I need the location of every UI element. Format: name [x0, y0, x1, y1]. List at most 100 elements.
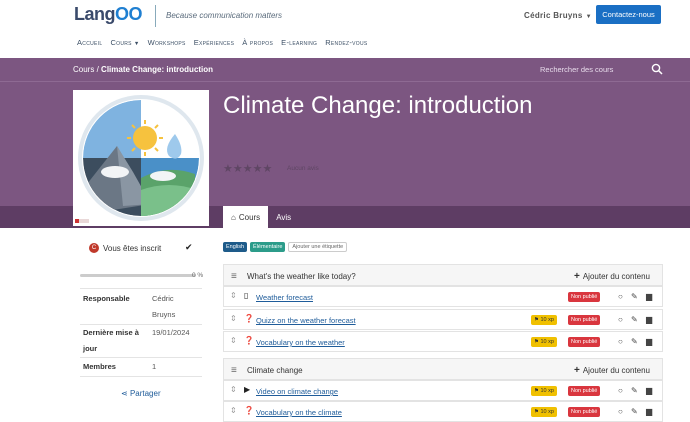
flag-icon: ⚑ [534, 409, 539, 415]
course-title: Climate Change: introduction [223, 92, 533, 119]
contact-button[interactable]: Contactez-nous [596, 5, 661, 24]
content-row[interactable]: ⇕ ❓ Vocabulary on the climate ⚑ 10 xp No… [223, 401, 663, 422]
nav-item-cours[interactable]: Cours ▼ [110, 38, 139, 47]
sort-icon[interactable]: ⇕ [230, 291, 237, 300]
status-badge: Non publié [568, 315, 601, 325]
divider [80, 376, 202, 377]
refresh-icon[interactable]: ○ [618, 386, 623, 395]
tab-cours-label: Cours [238, 212, 261, 222]
question-icon: ❓ [244, 406, 254, 415]
section-header: ≡ What's the weather like today? + Ajoute… [223, 264, 663, 286]
search-input[interactable]: Rechercher des cours [540, 65, 613, 74]
xp-badge: ⚑ 10 xp [531, 386, 557, 396]
hero-divider [0, 81, 690, 82]
drag-handle-icon[interactable]: ≡ [231, 271, 237, 282]
trash-icon[interactable]: ▆ [646, 315, 652, 324]
question-icon: ❓ [244, 336, 254, 345]
sort-icon[interactable]: ⇕ [230, 406, 237, 415]
content-row[interactable]: ⇕ ❓ Vocabulary on the weather ⚑ 10 xp No… [223, 331, 663, 352]
xp-badge: ⚑ 10 xp [531, 315, 557, 325]
sort-icon[interactable]: ⇕ [230, 385, 237, 394]
home-icon: ⌂ [231, 212, 236, 222]
nav-item-experiences[interactable]: Expériences [194, 38, 235, 47]
nav-item-e-learning[interactable]: E-learning [281, 38, 317, 47]
video-icon: ▶ [244, 385, 251, 394]
search-icon[interactable] [651, 63, 663, 75]
nav-item-workshops[interactable]: Workshops [148, 38, 186, 47]
status-badge: Non publié [568, 407, 601, 417]
content-link[interactable]: Vocabulary on the weather [256, 338, 345, 347]
xp-value: 10 xp [540, 317, 554, 323]
chevron-down-icon: ▼ [585, 14, 592, 20]
sort-icon[interactable]: ⇕ [230, 314, 237, 323]
add-tag-button[interactable]: Ajouter une étiquette [288, 242, 348, 252]
chevron-down-icon: ▼ [133, 41, 140, 47]
share-button[interactable]: ⋖ Partager [121, 389, 161, 398]
content-link[interactable]: Weather forecast [256, 293, 313, 302]
xp-value: 10 xp [540, 409, 554, 415]
nav-item-a-propos[interactable]: À propos [242, 38, 273, 47]
xp-value: 10 xp [540, 388, 554, 394]
tab-avis[interactable]: Avis [268, 206, 299, 228]
add-content-button[interactable]: + Ajouter du contenu [574, 365, 650, 376]
content-row[interactable]: ⇕ ❓ Quizz on the weather forecast ⚑ 10 x… [223, 309, 663, 330]
trash-icon[interactable]: ▆ [646, 407, 652, 416]
status-badge: Non publié [568, 337, 601, 347]
enrollment-status: C Vous êtes inscrit [89, 243, 161, 253]
logo[interactable]: LangOO [74, 4, 143, 25]
tab-cours[interactable]: ⌂ Cours [223, 206, 269, 228]
section-header: ≡ Climate change + Ajouter du contenu [223, 358, 663, 380]
file-pdf-icon: ▯ [244, 291, 249, 300]
main-nav: Accueil Cours ▼ Workshops Expériences À p… [77, 38, 368, 47]
course-image-card [73, 90, 209, 226]
share-label: Partager [129, 389, 161, 398]
enrollment-text: Vous êtes inscrit [103, 243, 162, 253]
content-row[interactable]: ⇕ ▶ Video on climate change ⚑ 10 xp Non … [223, 380, 663, 401]
edit-icon[interactable]: ✎ [631, 292, 638, 301]
logo-divider [155, 5, 156, 27]
edit-icon[interactable]: ✎ [631, 386, 638, 395]
xp-badge: ⚑ 10 xp [531, 337, 557, 347]
content-link[interactable]: Quizz on the weather forecast [256, 316, 356, 325]
flag-icon: ⚑ [534, 339, 539, 345]
sort-icon[interactable]: ⇕ [230, 336, 237, 345]
top-header: LangOO Because communication matters Céd… [0, 0, 690, 58]
plus-icon: + [574, 365, 580, 376]
flag-icon: ⚑ [534, 388, 539, 394]
refresh-icon[interactable]: ○ [618, 407, 623, 416]
nav-item-rendez-vous[interactable]: Rendez-vous [325, 38, 367, 47]
xp-value: 10 xp [540, 339, 554, 345]
flag-icon [75, 219, 89, 223]
breadcrumb-separator: / [96, 65, 99, 74]
divider [80, 288, 202, 289]
refresh-icon[interactable]: ○ [618, 315, 623, 324]
check-icon: ✔ [185, 242, 193, 252]
breadcrumb-root[interactable]: Cours [73, 65, 94, 74]
content-row[interactable]: ⇕ ▯ Weather forecast Non publié ○ ✎ ▆ [223, 286, 663, 307]
course-image [78, 95, 204, 221]
refresh-icon[interactable]: ○ [618, 337, 623, 346]
user-menu[interactable]: Cédric Bruyns ▼ [524, 11, 592, 20]
rating-text: Aucun avis [287, 165, 319, 172]
tag-level[interactable]: Élémentaire [250, 242, 286, 252]
section-title: What's the weather like today? [247, 272, 356, 281]
breadcrumb-current: Climate Change: introduction [101, 65, 214, 74]
trash-icon[interactable]: ▆ [646, 386, 652, 395]
edit-icon[interactable]: ✎ [631, 315, 638, 324]
content-link[interactable]: Vocabulary on the climate [256, 408, 342, 417]
rating-stars: ★★★★★ [223, 163, 273, 175]
drag-handle-icon[interactable]: ≡ [231, 365, 237, 376]
progress-percent: 0 % [192, 272, 204, 279]
content-link[interactable]: Video on climate change [256, 387, 338, 396]
nav-item-accueil[interactable]: Accueil [77, 38, 102, 47]
user-badge-icon: C [89, 243, 99, 253]
tag-english[interactable]: English [223, 242, 248, 252]
tagline: Because communication matters [166, 11, 283, 20]
trash-icon[interactable]: ▆ [646, 337, 652, 346]
edit-icon[interactable]: ✎ [631, 407, 638, 416]
add-content-button[interactable]: + Ajouter du contenu [574, 271, 650, 282]
refresh-icon[interactable]: ○ [618, 292, 623, 301]
share-icon: ⋖ [121, 389, 128, 398]
trash-icon[interactable]: ▆ [646, 292, 652, 301]
edit-icon[interactable]: ✎ [631, 337, 638, 346]
